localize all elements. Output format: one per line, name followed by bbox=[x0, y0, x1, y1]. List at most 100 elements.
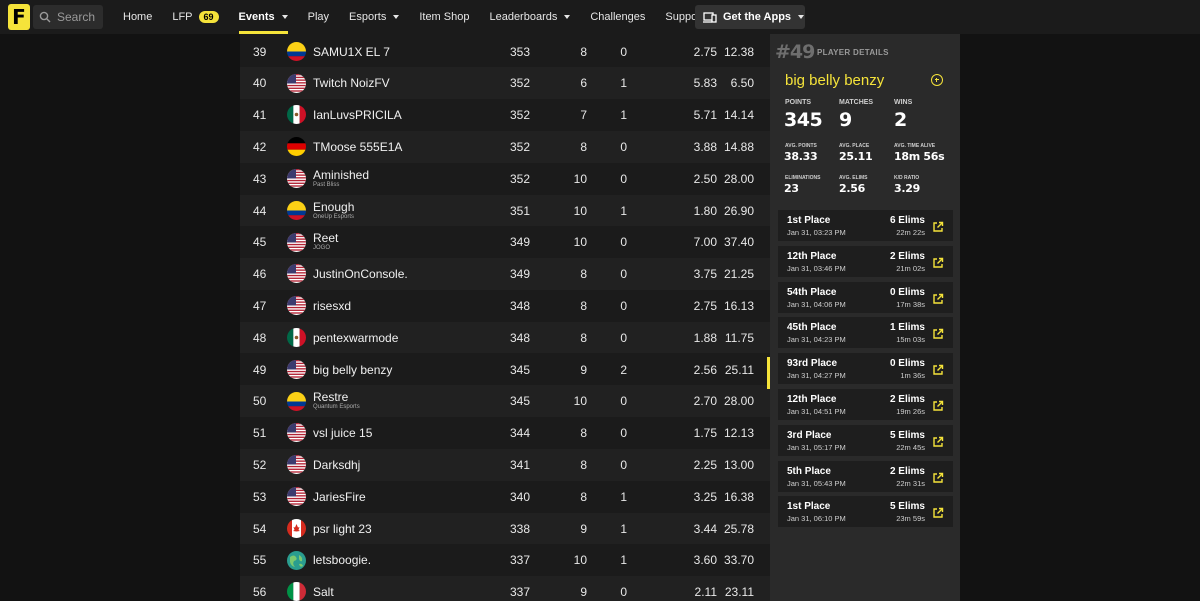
table-row[interactable]: 41 IanLuvsPRICILA 352 7 1 5.71 14.14 bbox=[240, 99, 770, 131]
search-box[interactable]: Search bbox=[33, 5, 103, 29]
nav-item-play[interactable]: Play bbox=[298, 0, 339, 34]
player-name-cell[interactable]: Salt bbox=[313, 585, 334, 599]
match-time-alive: 22m 22s bbox=[896, 228, 925, 237]
match-placement: 93rd Place bbox=[787, 358, 838, 370]
match-placement: 1st Place bbox=[787, 215, 831, 226]
match-history-item[interactable]: 12th Place Jan 31, 04:51 PM 2 Elims 19m 26s bbox=[778, 389, 953, 420]
external-link-icon[interactable] bbox=[932, 363, 944, 381]
avg-place-value: 25.11 bbox=[839, 150, 873, 163]
match-time-alive: 22m 31s bbox=[896, 478, 925, 488]
avg-place-cell: 2.11 bbox=[694, 585, 717, 600]
player-name-cell[interactable]: SAMU1X EL 7 bbox=[313, 45, 390, 59]
table-row[interactable]: 48 pentexwarmode 348 8 0 1.88 11.75 bbox=[240, 321, 770, 354]
table-row[interactable]: 52 Darksdhj 341 8 0 2.25 13.00 bbox=[240, 448, 770, 481]
table-row[interactable]: 49 big belly benzy 345 9 2 2.56 25.11 bbox=[240, 354, 770, 386]
player-name-cell[interactable]: JariesFire bbox=[313, 490, 366, 504]
table-row[interactable]: 40 Twitch NoizFV 352 6 1 5.83 6.50 bbox=[240, 67, 770, 100]
table-row[interactable]: 42 TMoose 555E1A 352 8 0 3.88 14.88 bbox=[240, 130, 770, 163]
wins-cell: 1 bbox=[620, 76, 627, 91]
external-link-icon[interactable] bbox=[932, 506, 944, 524]
rank-cell: 55 bbox=[253, 553, 267, 568]
avg-elims-cell: 16.38 bbox=[723, 489, 754, 504]
match-placement: 12th Place bbox=[787, 250, 837, 262]
nav-item-esports[interactable]: Esports bbox=[339, 0, 409, 34]
match-time-alive: 22m 45s bbox=[896, 442, 925, 452]
rank-cell: 50 bbox=[253, 394, 267, 409]
player-name-cell[interactable]: pentexwarmode bbox=[313, 331, 398, 345]
player-name-cell[interactable]: Darksdhj bbox=[313, 458, 360, 472]
table-row[interactable]: 54 psr light 23 338 9 1 3.44 25.78 bbox=[240, 512, 770, 545]
table-row[interactable]: 50 Restre Quantum Esports 345 10 0 2.70 28.00 bbox=[240, 385, 770, 418]
player-name-cell[interactable]: risesxd bbox=[313, 299, 351, 313]
table-row[interactable]: 55 letsboogie. 337 10 1 3.60 33.70 bbox=[240, 544, 770, 576]
table-row[interactable]: 56 Salt 337 9 0 2.11 23.11 bbox=[240, 576, 770, 601]
get-apps-button[interactable]: Get the Apps bbox=[695, 5, 805, 29]
player-name-cell[interactable]: letsboogie. bbox=[313, 553, 371, 567]
player-name-cell[interactable]: Enough bbox=[313, 200, 354, 214]
nav-item-events[interactable]: Events bbox=[229, 0, 298, 34]
avg-place-cell: 5.83 bbox=[693, 76, 717, 91]
table-row[interactable]: 53 JariesFire 340 8 1 3.25 16.38 bbox=[240, 481, 770, 513]
country-flag-icon bbox=[287, 137, 306, 157]
player-name-cell[interactable]: big belly benzy bbox=[313, 363, 392, 377]
nav-item-challenges[interactable]: Challenges bbox=[580, 0, 655, 34]
avg-place-cell: 7.00 bbox=[693, 235, 717, 250]
avg-elims-cell: 14.88 bbox=[723, 139, 754, 154]
nav-item-leaderboards[interactable]: Leaderboards bbox=[479, 0, 580, 34]
external-link-icon[interactable] bbox=[932, 435, 944, 453]
external-link-icon[interactable] bbox=[932, 327, 944, 345]
match-date: Jan 31, 04:27 PM bbox=[787, 371, 846, 381]
player-name-cell[interactable]: JustinOnConsole. bbox=[313, 267, 408, 281]
match-history-item[interactable]: 3rd Place Jan 31, 05:17 PM 5 Elims 22m 45s bbox=[778, 424, 953, 456]
match-date: Jan 31, 03:46 PM bbox=[787, 263, 846, 273]
matches-cell: 8 bbox=[580, 139, 587, 154]
nav-item-label: Home bbox=[123, 11, 153, 23]
chevron-down-icon bbox=[798, 15, 805, 19]
nav-item-home[interactable]: Home bbox=[113, 0, 162, 34]
match-history-item[interactable]: 1st Place Jan 31, 06:10 PM 5 Elims 23m 59s bbox=[778, 496, 953, 528]
match-history-item[interactable]: 93rd Place Jan 31, 04:27 PM 0 Elims 1m 36s bbox=[778, 353, 953, 385]
external-link-icon[interactable] bbox=[932, 256, 944, 274]
table-row[interactable]: 43 Aminished Past Bliss 352 10 0 2.50 28.00 bbox=[240, 163, 770, 195]
player-name-cell[interactable]: TMoose 555E1A bbox=[313, 140, 402, 154]
player-name-cell[interactable]: psr light 23 bbox=[313, 522, 372, 536]
table-row[interactable]: 51 vsl juice 15 344 8 0 1.75 12.13 bbox=[240, 417, 770, 449]
match-placement: 45th Place bbox=[787, 322, 837, 334]
nav-item-item-shop[interactable]: Item Shop bbox=[409, 0, 479, 34]
match-date: Jan 31, 05:17 PM bbox=[787, 442, 846, 452]
player-name-cell[interactable]: Restre bbox=[313, 390, 348, 404]
player-name-cell[interactable]: Reet bbox=[313, 231, 338, 245]
match-history-item[interactable]: 54th Place Jan 31, 04:06 PM 0 Elims 17m 38s bbox=[778, 281, 953, 313]
player-name-cell[interactable]: Aminished bbox=[313, 168, 369, 182]
external-link-icon[interactable] bbox=[932, 471, 944, 489]
table-row[interactable]: 39 SAMU1X EL 7 353 8 0 2.75 12.38 bbox=[240, 36, 770, 68]
player-name-cell[interactable]: vsl juice 15 bbox=[313, 426, 372, 440]
match-history-item[interactable]: 1st Place Jan 31, 03:23 PM 6 Elims 22m 22s bbox=[778, 210, 953, 241]
fortnite-logo[interactable]: F bbox=[8, 4, 30, 30]
wins-cell: 0 bbox=[620, 267, 627, 282]
table-row[interactable]: 46 JustinOnConsole. 349 8 0 3.75 21.25 bbox=[240, 258, 770, 290]
avg-place-cell: 1.88 bbox=[693, 330, 717, 345]
external-link-icon[interactable] bbox=[932, 292, 944, 310]
nav-item-lfp[interactable]: LFP 69 bbox=[162, 0, 228, 34]
table-row[interactable]: 44 Enough OneUp Esports 351 10 1 1.80 26.90 bbox=[240, 194, 770, 227]
external-link-icon[interactable] bbox=[932, 220, 944, 238]
match-history-item[interactable]: 12th Place Jan 31, 03:46 PM 2 Elims 21m 02s bbox=[778, 245, 953, 277]
match-history-item[interactable]: 45th Place Jan 31, 04:23 PM 1 Elims 15m 03s bbox=[778, 317, 953, 349]
chevron-down-icon bbox=[393, 15, 400, 19]
player-name-cell[interactable]: IanLuvsPRICILA bbox=[313, 108, 402, 122]
external-link-icon[interactable] bbox=[932, 399, 944, 417]
table-row[interactable]: 45 Reet JOGO 349 10 0 7.00 37.40 bbox=[240, 226, 770, 258]
lfp-count-badge: 69 bbox=[198, 11, 219, 23]
table-row[interactable]: 47 risesxd 348 8 0 2.75 16.13 bbox=[240, 290, 770, 322]
match-history-item[interactable]: 5th Place Jan 31, 05:43 PM 2 Elims 22m 31s bbox=[778, 460, 953, 492]
match-date: Jan 31, 06:10 PM bbox=[787, 514, 846, 524]
match-time-alive: 23m 59s bbox=[896, 514, 925, 524]
matches-cell: 6 bbox=[580, 76, 587, 91]
add-icon[interactable] bbox=[931, 74, 943, 86]
search-input[interactable]: Search bbox=[57, 10, 95, 24]
points-cell: 345 bbox=[509, 394, 530, 409]
player-rank-number: #49 bbox=[775, 41, 815, 63]
player-name-cell[interactable]: Twitch NoizFV bbox=[313, 76, 390, 90]
match-elims: 1 Elims bbox=[889, 322, 925, 334]
